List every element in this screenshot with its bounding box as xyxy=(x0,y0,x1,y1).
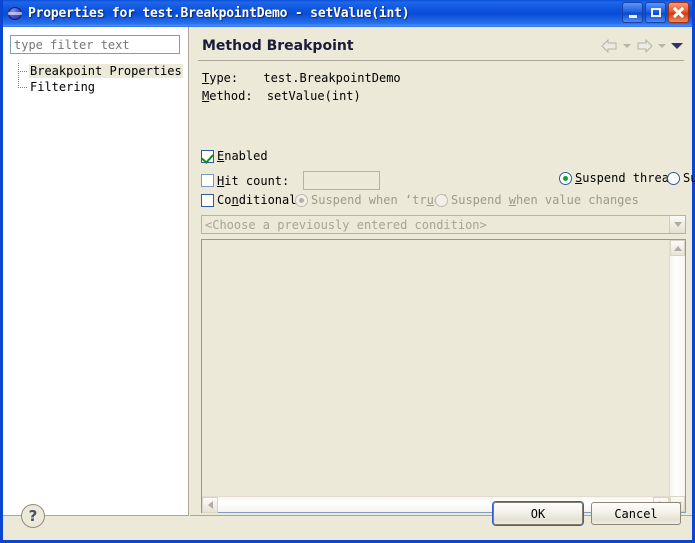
hit-count-checkbox[interactable] xyxy=(201,174,214,187)
tree-connector-icon xyxy=(15,63,28,79)
tree-item-label: Breakpoint Properties xyxy=(29,64,183,78)
conditional-checkbox[interactable] xyxy=(201,193,214,207)
suspend-vm-radio-row[interactable]: Suspend VM xyxy=(667,171,695,185)
enabled-checkbox-row[interactable]: Enabled xyxy=(201,149,268,163)
minimize-button[interactable] xyxy=(622,2,643,23)
ok-button[interactable]: OK xyxy=(493,502,583,525)
condition-editor-vscrollbar[interactable] xyxy=(669,240,685,512)
tree-item-breakpoint-properties[interactable]: Breakpoint Properties xyxy=(15,63,185,79)
hit-count-row[interactable]: Hit count: xyxy=(201,171,381,190)
method-value: setValue(int) xyxy=(266,89,361,103)
condition-history-text: <Choose a previously entered condition> xyxy=(205,217,487,232)
settings-tree: Breakpoint Properties Filtering xyxy=(15,63,185,95)
suspend-when-value-changes-radio-row[interactable]: Suspend when value changes xyxy=(435,193,639,207)
vscroll-up-button[interactable] xyxy=(670,240,685,256)
suspend-when-value-changes-radio[interactable] xyxy=(435,193,448,207)
conditional-checkbox-row[interactable]: Conditional xyxy=(201,193,296,207)
maximize-icon xyxy=(650,8,661,17)
back-history-chevron-down-icon[interactable] xyxy=(623,44,631,48)
properties-dialog-window: Properties for test.BreakpointDemo - set… xyxy=(0,0,695,543)
conditional-label: Conditional xyxy=(217,193,297,207)
window-title: Properties for test.BreakpointDemo - set… xyxy=(28,6,410,21)
method-label: ethod: xyxy=(209,89,253,103)
condition-editor[interactable] xyxy=(201,239,686,513)
suspend-when-value-changes-label: Suspend when value changes xyxy=(451,193,639,207)
navigation-panel: Breakpoint Properties Filtering xyxy=(3,27,189,516)
content-panel: Method Breakpoint Type: test.BreakpointD… xyxy=(190,27,695,516)
condition-history-combo[interactable]: <Choose a previously entered condition> xyxy=(201,215,686,234)
suspend-thread-label: Suspend thread xyxy=(575,171,677,185)
type-label: ype: xyxy=(209,71,239,85)
cancel-button[interactable]: Cancel xyxy=(591,502,681,525)
chevron-left-icon xyxy=(207,501,213,509)
tree-item-filtering[interactable]: Filtering xyxy=(15,79,185,95)
eclipse-globe-icon xyxy=(7,5,24,22)
page-title: Method Breakpoint xyxy=(202,38,354,54)
type-value: test.BreakpointDemo xyxy=(263,71,401,85)
suspend-when-true-radio[interactable] xyxy=(295,193,308,207)
page-navigation-icons xyxy=(601,39,683,53)
hscroll-left-button[interactable] xyxy=(202,497,218,513)
dialog-body: Breakpoint Properties Filtering Method B… xyxy=(3,27,695,540)
dialog-button-bar: ? OK Cancel xyxy=(3,502,692,540)
forward-history-chevron-down-icon[interactable] xyxy=(658,44,666,48)
chevron-up-icon xyxy=(673,245,682,251)
window-controls xyxy=(622,2,689,23)
tree-item-label: Filtering xyxy=(30,80,96,94)
suspend-vm-label: Suspend VM xyxy=(683,171,695,185)
suspend-when-true-label: Suspend when ‘true’ xyxy=(311,193,448,207)
suspend-thread-radio-row[interactable]: Suspend thread xyxy=(559,171,676,185)
maximize-button[interactable] xyxy=(645,2,666,23)
vscroll-track[interactable] xyxy=(670,256,685,496)
hscroll-track[interactable] xyxy=(218,497,653,512)
condition-editor-text[interactable] xyxy=(202,240,669,496)
title-separator xyxy=(198,60,684,61)
condition-history-dropdown-button[interactable] xyxy=(669,216,685,233)
enabled-label: Enabled xyxy=(217,149,268,163)
method-row: Method: setValue(int) xyxy=(202,89,361,103)
enabled-checkbox[interactable] xyxy=(201,149,214,163)
filter-input[interactable] xyxy=(10,35,180,54)
close-icon xyxy=(672,6,685,19)
chevron-down-icon xyxy=(673,222,682,227)
suspend-vm-radio[interactable] xyxy=(667,171,680,185)
minimize-icon xyxy=(628,14,637,18)
suspend-when-true-radio-row[interactable]: Suspend when ‘true’ xyxy=(295,193,448,207)
title-bar: Properties for test.BreakpointDemo - set… xyxy=(3,0,692,27)
hit-count-label: Hit count: xyxy=(217,173,290,188)
close-button[interactable] xyxy=(668,2,689,23)
suspend-thread-radio[interactable] xyxy=(559,171,572,185)
tree-connector-icon xyxy=(15,79,28,95)
hit-count-input[interactable] xyxy=(303,171,381,190)
arrow-right-icon[interactable] xyxy=(636,39,653,53)
arrow-left-icon[interactable] xyxy=(601,39,618,53)
type-row: Type: test.BreakpointDemo xyxy=(202,71,401,85)
question-mark-icon[interactable]: ? xyxy=(21,504,45,528)
page-menu-triangle-down-icon[interactable] xyxy=(671,43,683,49)
